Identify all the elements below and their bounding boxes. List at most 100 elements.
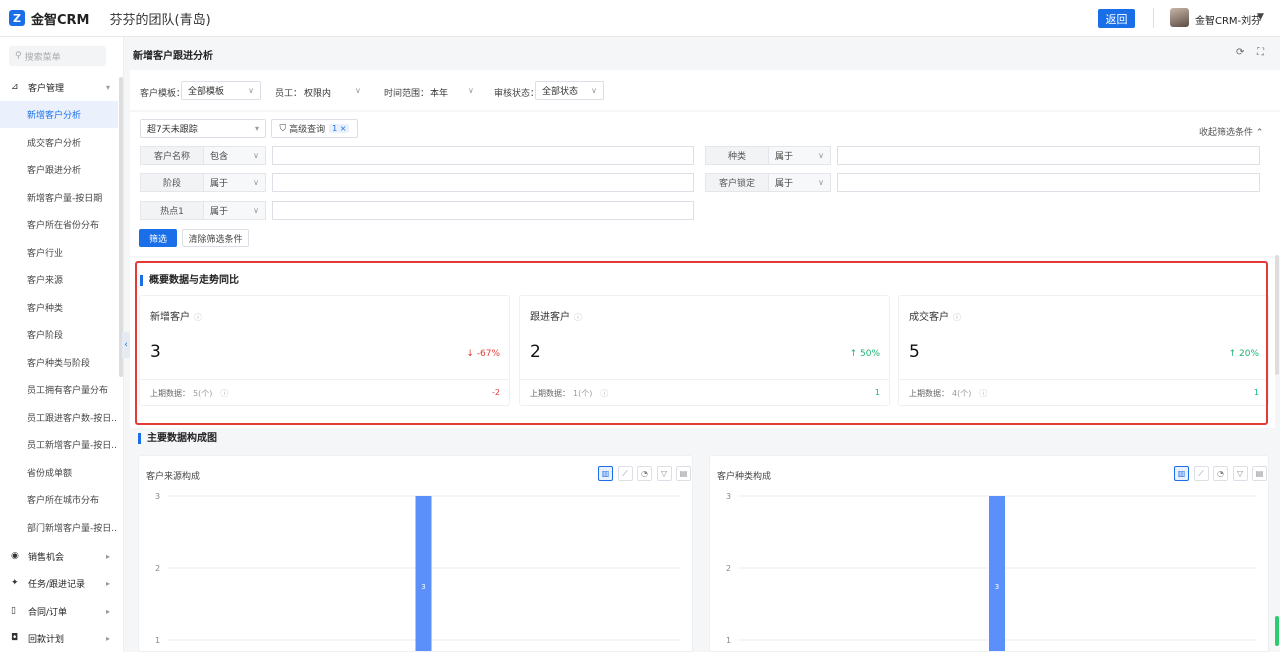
sidebar-item[interactable]: 部门新增客户量-按日... [0, 514, 118, 541]
sidebar-collapse-button[interactable]: ‹ [122, 332, 130, 358]
sidebar-item[interactable]: 客户跟进分析 [0, 156, 118, 183]
collapse-filters-label: 收起筛选条件 [1199, 128, 1254, 138]
sidebar-group-label: 回款计划 [28, 634, 65, 645]
sidebar-item[interactable]: 员工跟进客户数-按日... [0, 404, 118, 431]
y-tick-label: 3 [726, 492, 731, 501]
review-status-label: 审核状态： [494, 89, 540, 99]
avatar[interactable] [1170, 8, 1189, 27]
chart-bar[interactable] [415, 496, 432, 651]
line-chart-icon[interactable]: ⟋ [1193, 466, 1209, 481]
table-icon[interactable]: ▤ [1252, 466, 1267, 481]
field-op-customer-name[interactable]: 包含 ∨ [204, 146, 266, 165]
sidebar: ⚲ 搜索菜单 ⊿ 客户管理 ▾ ◉ 销售机会 ▸ ✦ 任务/跟进记录 ▸ ▯ 合同/订单 ▸ ◘ 回款计划… [0, 37, 124, 652]
field-label-customer-lock: 客户锁定 [705, 173, 769, 192]
chevron-down-icon: ∨ [253, 178, 259, 187]
sidebar-item[interactable]: 客户行业 [0, 239, 118, 266]
field-op-hotspot[interactable]: 属于 ∨ [204, 201, 266, 220]
collapse-filters-link[interactable]: 收起筛选条件 ⌃ [1199, 125, 1263, 138]
filter-icon[interactable]: ▽ [1232, 466, 1248, 481]
sidebar-item[interactable]: 新增客户分析 [0, 101, 118, 128]
composition-section-title: 主要数据构成图 [138, 433, 217, 444]
customer-lock-input[interactable] [837, 173, 1260, 192]
field-op-value: 属于 [775, 152, 794, 162]
team-name[interactable]: 芬芬的团队(青岛) [110, 9, 211, 28]
chevron-down-icon: ∨ [248, 86, 254, 95]
advanced-query-count-badge[interactable]: 1 × [329, 124, 350, 133]
field-label-stage: 阶段 [140, 173, 204, 192]
sidebar-item[interactable]: 客户来源 [0, 266, 118, 293]
y-tick-label: 2 [155, 564, 160, 573]
bar-data-label: 3 [995, 583, 999, 591]
sidebar-group[interactable]: ◘ 回款计划 ▸ [0, 626, 118, 650]
clear-filters-button[interactable]: 清除筛选条件 [182, 229, 249, 247]
user-name[interactable]: 金智CRM-刘芬 [1195, 12, 1261, 27]
hotspot-input[interactable] [272, 201, 694, 220]
sidebar-group[interactable]: ◉ 销售机会 ▸ [0, 544, 118, 568]
pin-icon: ✦ [11, 578, 19, 588]
sidebar-item[interactable]: 员工拥有客户量分布 [0, 376, 118, 403]
chevron-icon: ▾ [106, 82, 111, 92]
filter-button[interactable]: 筛选 [139, 229, 177, 247]
chevron-down-icon: ∨ [253, 206, 259, 215]
sidebar-item[interactable]: 成交客户分析 [0, 129, 118, 156]
funnel-icon: ⛉ [279, 123, 290, 134]
field-op-customer-lock[interactable]: 属于 ∨ [769, 173, 831, 192]
main-scrollbar[interactable] [1275, 255, 1279, 375]
sidebar-item[interactable]: 客户所在城市分布 [0, 486, 118, 513]
pie-chart-icon[interactable]: ◔ [637, 466, 652, 481]
top-bar: Z 金智CRM 芬芬的团队(青岛) 返回 金智CRM-刘芬 ▼ [0, 0, 1280, 37]
sidebar-item[interactable]: 新增客户量-按日期 [0, 184, 118, 211]
filter-icon[interactable]: ▽ [656, 466, 672, 481]
menu-search-input[interactable]: ⚲ 搜索菜单 [9, 46, 106, 66]
sidebar-item[interactable]: 客户种类与阶段 [0, 349, 118, 376]
field-label-hotspot: 热点1 [140, 201, 204, 220]
sidebar-item[interactable]: 客户阶段 [0, 321, 118, 348]
table-icon[interactable]: ▤ [676, 466, 691, 481]
app-logo-text: 金智CRM [31, 12, 90, 28]
y-tick-label: 1 [155, 636, 160, 645]
y-tick-label: 2 [726, 564, 731, 573]
pie-chart-icon[interactable]: ◔ [1213, 466, 1228, 481]
back-button[interactable]: 返回 [1098, 9, 1135, 28]
review-status-select[interactable]: 全部状态 ∨ [535, 81, 604, 100]
y-tick-label: 1 [726, 636, 731, 645]
bar-chart-icon[interactable]: ▥ [1174, 466, 1189, 481]
fullscreen-icon[interactable]: ⛶ [1257, 47, 1264, 58]
chevron-down-icon[interactable]: ∨ [468, 86, 474, 95]
sidebar-item[interactable]: 客户所在省份分布 [0, 211, 118, 238]
chart-bar[interactable] [989, 496, 1005, 651]
chevron-icon: ▸ [106, 633, 111, 643]
sidebar-item[interactable]: 员工新增客户量-按日... [0, 431, 118, 458]
refresh-icon[interactable]: ⟳ [1236, 47, 1244, 58]
customer-name-input[interactable] [272, 146, 694, 165]
chart-title: 客户种类构成 [717, 472, 772, 482]
stage-input[interactable] [272, 173, 694, 192]
sidebar-item[interactable]: 客户种类 [0, 294, 118, 321]
opportunity-icon: ◉ [11, 551, 19, 561]
chevron-icon: ▸ [106, 606, 111, 616]
sidebar-group[interactable]: ▯ 合同/订单 ▸ [0, 599, 118, 623]
line-chart-icon[interactable]: ⟋ [617, 466, 633, 481]
field-op-stage[interactable]: 属于 ∨ [204, 173, 266, 192]
time-range-select[interactable]: 本年 [430, 86, 448, 99]
field-op-category[interactable]: 属于 ∨ [769, 146, 831, 165]
category-input[interactable] [837, 146, 1260, 165]
template-value: 全部模板 [188, 87, 225, 97]
bar-chart-icon[interactable]: ▥ [598, 466, 613, 481]
advanced-query-button[interactable]: ⛉ 高级查询 1 × [271, 119, 358, 138]
sidebar-item[interactable]: 省份成单额 [0, 459, 118, 486]
template-select[interactable]: 全部模板 ∨ [181, 81, 261, 100]
chevron-down-icon[interactable]: ∨ [355, 86, 361, 95]
chart-panel: 客户种类构成 ▥ ⟋ ◔ ▽ ▤ 1 2 3 3 [709, 455, 1269, 652]
sidebar-group[interactable]: ✦ 任务/跟进记录 ▸ [0, 571, 118, 595]
sidebar-group[interactable]: ⊿ 客户管理 ▾ [0, 75, 118, 99]
preset-filter-select[interactable]: 超7天未跟踪 ▾ [140, 119, 266, 138]
field-label-customer-name: 客户名称 [140, 146, 204, 165]
sidebar-group-label: 合同/订单 [28, 607, 68, 618]
chart-title: 客户来源构成 [146, 472, 201, 482]
advanced-query-label: 高级查询 [289, 125, 326, 135]
staff-select[interactable]: 权限内 [304, 86, 331, 99]
review-status-value: 全部状态 [542, 87, 579, 97]
chevron-up-icon: ⌃ [1255, 128, 1264, 138]
chevron-down-icon[interactable]: ▼ [1257, 12, 1264, 22]
